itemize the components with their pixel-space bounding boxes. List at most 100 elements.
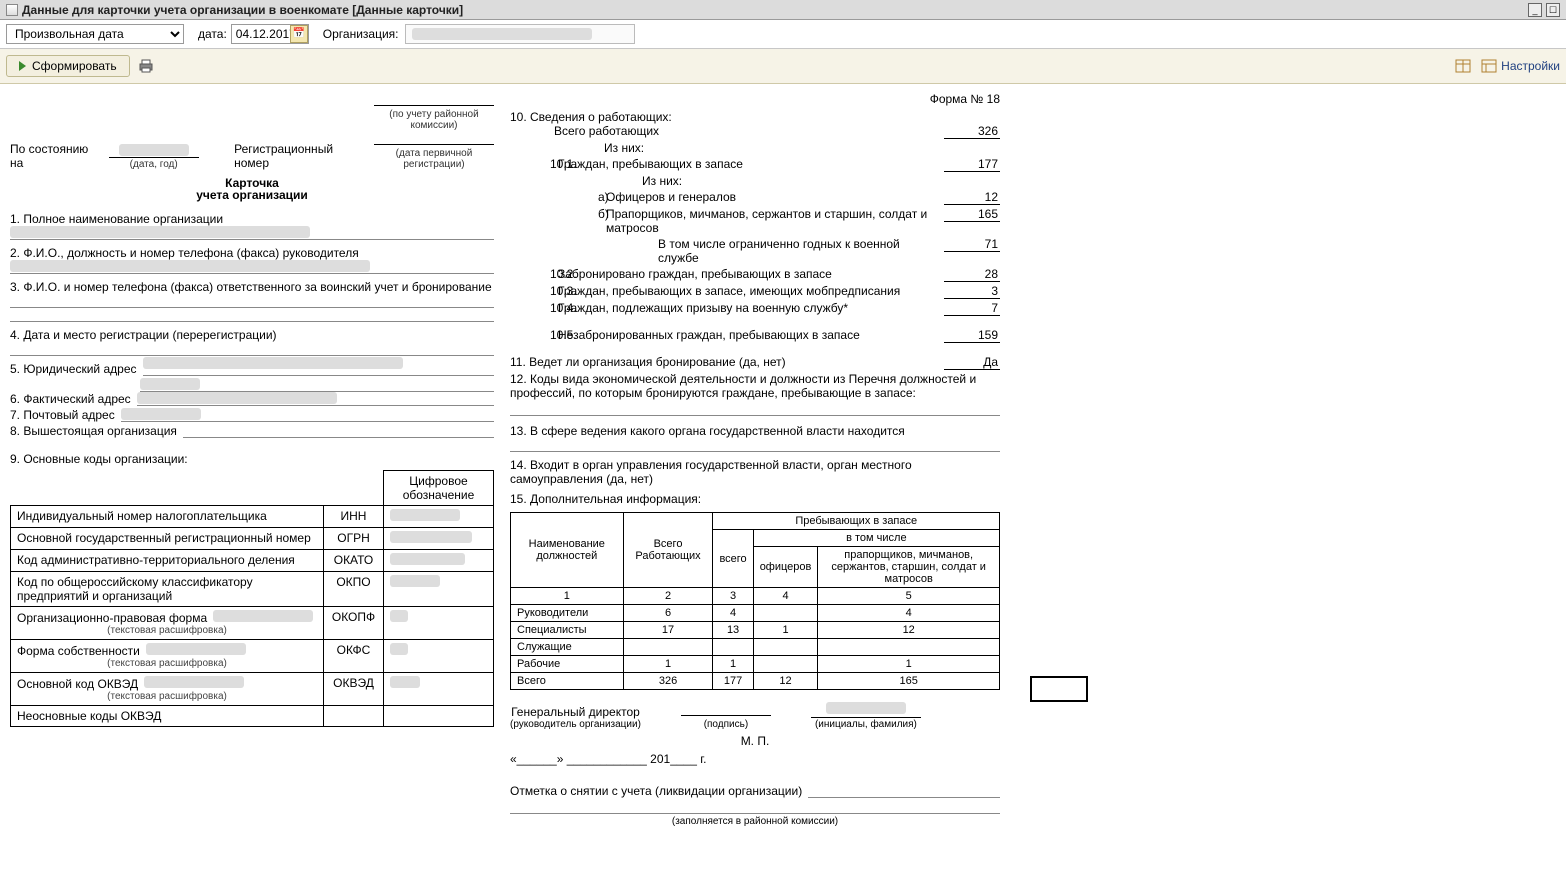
idx-10-1: 10.1. — [510, 157, 550, 171]
pos-cell — [753, 639, 818, 656]
pos-cell: 1 — [713, 656, 753, 673]
decode-note: (текстовая расшифровка) — [17, 691, 317, 702]
pos-cell: 165 — [818, 673, 1000, 690]
of-them: Из них: — [554, 141, 1000, 155]
decode-note: (текстовая расшифровка) — [17, 625, 317, 636]
pos-cell: 326 — [623, 673, 713, 690]
idx-b: б) — [510, 207, 598, 221]
as-of-note: (дата, год) — [109, 159, 199, 170]
pos-cell: 4 — [713, 605, 753, 622]
document-area: По состоянию на (дата, год) Регистрацион… — [0, 84, 1566, 887]
p5: 5. Юридический адрес — [10, 362, 137, 376]
print-button[interactable] — [138, 58, 154, 74]
pos-cell — [713, 639, 753, 656]
pos-cell: 4 — [818, 605, 1000, 622]
a-value: 12 — [944, 190, 1000, 205]
idx-10-4: 10.4. — [510, 301, 550, 315]
date-label: дата: — [198, 27, 227, 41]
p4: 4. Дата и место регистрации (перерегистр… — [10, 328, 494, 342]
pos-row-name: Рабочие — [511, 656, 624, 673]
reg-note1: (по учету районной комиссии) — [374, 109, 494, 131]
s10-5-label: Незабронированных граждан, пребывающих в… — [558, 328, 936, 342]
organization-input[interactable] — [405, 24, 635, 44]
pos-cell — [623, 639, 713, 656]
s10-1-label: Граждан, пребывающих в запасе — [558, 157, 936, 171]
limited-value: 71 — [944, 237, 1000, 252]
s10-1-value: 177 — [944, 157, 1000, 172]
pos-h5: в том числе — [753, 530, 999, 547]
removal-label: Отметка о снятии с учета (ликвидации орг… — [510, 784, 802, 798]
code-row-name: Основной государственный регистрационный… — [11, 528, 324, 550]
pos-row-name: Всего — [511, 673, 624, 690]
s10-total-label: Всего работающих — [554, 124, 936, 138]
s14: 14. Входит в орган управления государств… — [510, 458, 1000, 486]
director-title: Генеральный директор — [510, 705, 641, 719]
form-button-label: Сформировать — [32, 59, 117, 73]
pos-cell: 13 — [713, 622, 753, 639]
s11-value: Да — [944, 355, 1000, 370]
s10-4-value: 7 — [944, 301, 1000, 316]
pos-cell: 12 — [753, 673, 818, 690]
reg-note2: (дата первичной регистрации) — [374, 148, 494, 170]
pos-row-name: Руководители — [511, 605, 624, 622]
date-mode-select[interactable]: Произвольная дата — [6, 24, 184, 44]
pos-h7: прапорщиков, мичманов, сержантов, старши… — [818, 547, 1000, 588]
pos-row-name: Служащие — [511, 639, 624, 656]
date-mid: ____________ — [567, 752, 647, 766]
code-row-name: Основной код ОКВЭД — [17, 677, 138, 691]
s10-total-value: 326 — [944, 124, 1000, 139]
sub-of-them: Из них: — [554, 174, 1000, 188]
pos-cell: 6 — [623, 605, 713, 622]
pos-h6: офицеров — [753, 547, 818, 588]
p8: 8. Вышестоящая организация — [10, 424, 177, 438]
toolbar: Сформировать Настройки — [0, 49, 1566, 84]
selection-box — [1030, 676, 1088, 702]
pos-h4: всего — [713, 530, 753, 588]
minimize-button[interactable]: _ — [1528, 3, 1542, 17]
p9: 9. Основные коды организации: — [10, 452, 494, 466]
s10-3-label: Граждан, пребывающих в запасе, имеющих м… — [558, 284, 936, 298]
code-abbr: ОКВЭД — [324, 673, 384, 706]
s13: 13. В сфере ведения какого органа госуда… — [510, 424, 1000, 438]
decode-note: (текстовая расшифровка) — [17, 658, 317, 669]
pos-num: 5 — [818, 588, 1000, 605]
form-number: Форма № 18 — [510, 92, 1000, 106]
pos-cell: 177 — [713, 673, 753, 690]
code-row-name: Код по общероссийскому классификатору пр… — [11, 572, 324, 607]
code-row-name: Организационно-правовая форма — [17, 611, 207, 625]
pos-num: 1 — [511, 588, 624, 605]
mp: М. П. — [510, 734, 1000, 748]
pos-h2: Всего Работающих — [623, 513, 713, 588]
idx-10-3: 10.3. — [510, 284, 550, 298]
s10-2-label: Забронировано граждан, пребывающих в зап… — [558, 267, 936, 281]
code-abbr: ОКПО — [324, 572, 384, 607]
pos-cell — [818, 639, 1000, 656]
s10-title: 10. Сведения о работающих: — [510, 110, 1000, 124]
s10-5-value: 159 — [944, 328, 1000, 343]
calendar-icon[interactable]: 📅 — [290, 25, 308, 43]
code-abbr: ИНН — [324, 506, 384, 528]
reg-num-label: Регистрационный номер — [234, 142, 368, 170]
maximize-button[interactable]: ☐ — [1546, 3, 1560, 17]
codes-header: Цифровое обозначение — [384, 471, 494, 506]
filter-bar: Произвольная дата дата: 📅 Организация: — [0, 20, 1566, 49]
settings-link[interactable]: Настройки — [1481, 58, 1560, 74]
s10-3-value: 3 — [944, 284, 1000, 299]
idx-10-5: 10.5. — [510, 328, 550, 342]
date-left: «______» — [510, 752, 563, 766]
idx-a: а) — [510, 190, 598, 204]
table-icon[interactable] — [1455, 58, 1471, 74]
p1: 1. Полное наименование организации — [10, 212, 494, 226]
p2: 2. Ф.И.О., должность и номер телефона (ф… — [10, 246, 494, 260]
initials-note: (инициалы, фамилия) — [811, 719, 921, 730]
pos-cell — [753, 656, 818, 673]
form-button[interactable]: Сформировать — [6, 55, 130, 77]
pos-cell: 17 — [623, 622, 713, 639]
filled-note: (заполняется в районной комиссии) — [510, 816, 1000, 827]
pos-row-name: Специалисты — [511, 622, 624, 639]
sign-note: (подпись) — [681, 719, 771, 730]
code-row-name: Неосновные коды ОКВЭД — [11, 706, 324, 727]
settings-label: Настройки — [1501, 59, 1560, 73]
card-title-2: учета организации — [10, 188, 494, 202]
p3: 3. Ф.И.О. и номер телефона (факса) ответ… — [10, 280, 494, 294]
